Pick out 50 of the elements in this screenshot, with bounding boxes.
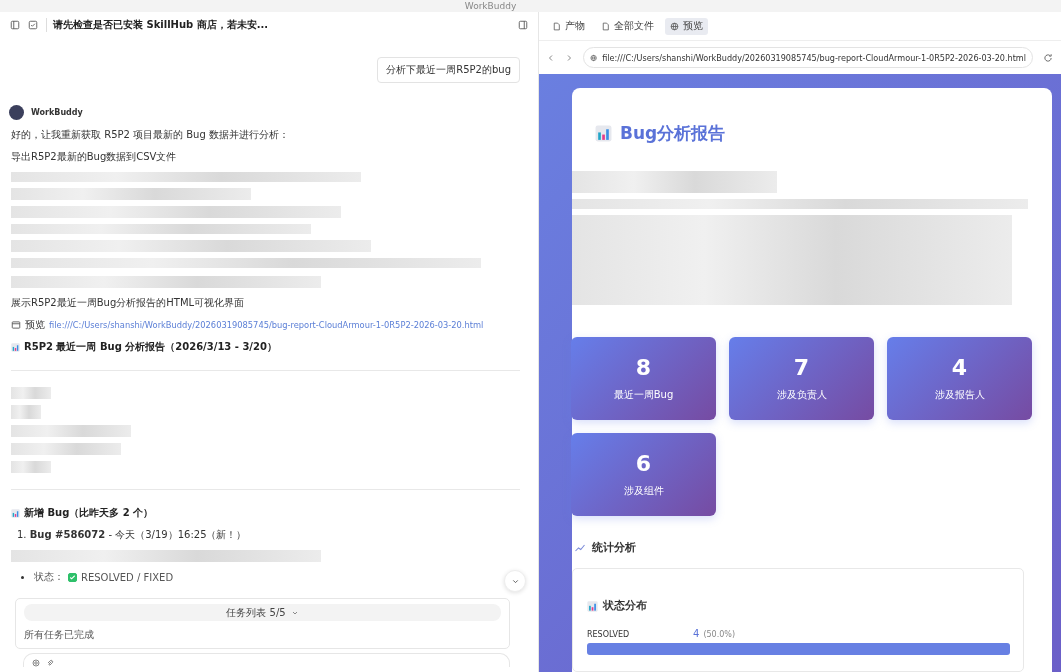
stat-value: 8	[635, 355, 652, 380]
globe-icon	[590, 52, 598, 63]
message-text: 好的，让我重新获取 R5P2 项目最新的 Bug 数据并进行分析：	[11, 128, 290, 142]
message-input[interactable]	[23, 653, 510, 667]
user-message: 分析下最近一周R5P2的bug	[377, 57, 520, 83]
status-share: (50.0%)	[703, 630, 736, 639]
status-label: 状态：	[34, 570, 64, 584]
paperclip-icon[interactable]	[46, 659, 54, 667]
assistant-name: WorkBuddy	[31, 108, 83, 117]
new-task-icon[interactable]	[28, 19, 38, 30]
stat-value: 4	[951, 355, 968, 380]
conversation-title: 请先检查是否已安装 SkillHub 商店，若未安...	[46, 17, 510, 32]
panel-title: 状态分布	[603, 599, 647, 613]
status-count: 4	[693, 628, 700, 639]
window-icon	[11, 320, 21, 330]
refresh-icon[interactable]	[1043, 52, 1053, 63]
section-heading: 新增 Bug（比昨天多 2 个）	[24, 506, 154, 520]
sidebar-toggle-icon[interactable]	[10, 19, 20, 30]
list-item: 1. Bug #586072 - 今天（3/19）16:25（新！）	[17, 528, 248, 542]
panel-toggle-icon[interactable]	[518, 19, 528, 30]
preview-label: 预览	[25, 318, 45, 332]
stat-label: 涉及报告人	[934, 388, 985, 402]
chart-icon	[595, 125, 612, 142]
stat-label: 最近一周Bug	[613, 388, 674, 402]
window-title: WorkBuddy	[464, 0, 517, 12]
section-title: 统计分析	[592, 540, 636, 555]
report-title: Bug分析报告	[620, 122, 726, 145]
stat-label: 涉及负责人	[776, 388, 827, 402]
document-icon	[601, 21, 610, 31]
chart-icon	[587, 600, 598, 612]
preview-tab[interactable]: 预览	[665, 17, 708, 35]
status-value: RESOLVED / FIXED	[81, 571, 174, 583]
task-summary: 所有任务已完成	[24, 628, 95, 642]
section-heading: R5P2 最近一周 Bug 分析报告（2026/3/13 - 3/20）	[24, 340, 277, 354]
file-link[interactable]: file:///C:/Users/shanshi/WorkBuddy/20260319085745/bug-report-CloudArmour-1-0R5P2-2026-03-20.html	[49, 320, 484, 330]
message-text: 导出R5P2最新的Bug数据到CSV文件	[11, 150, 178, 164]
stat-label: 涉及组件	[623, 484, 664, 498]
preview-tab[interactable]: 全部文件	[596, 17, 659, 35]
stat-value: 6	[635, 451, 652, 476]
globe-icon	[670, 21, 679, 31]
task-list-toggle[interactable]: 任务列表 5/5	[24, 604, 501, 621]
chart-icon	[11, 342, 20, 352]
status-name: RESOLVED	[587, 630, 631, 639]
document-icon	[552, 21, 561, 31]
preview-tab[interactable]: 产物	[547, 17, 590, 35]
message-text: 展示R5P2最近一周Bug分析报告的HTML可视化界面	[11, 296, 246, 310]
at-icon[interactable]	[32, 659, 40, 667]
assistant-avatar	[9, 105, 24, 120]
chart-icon	[11, 508, 20, 518]
stat-value: 7	[793, 355, 810, 380]
